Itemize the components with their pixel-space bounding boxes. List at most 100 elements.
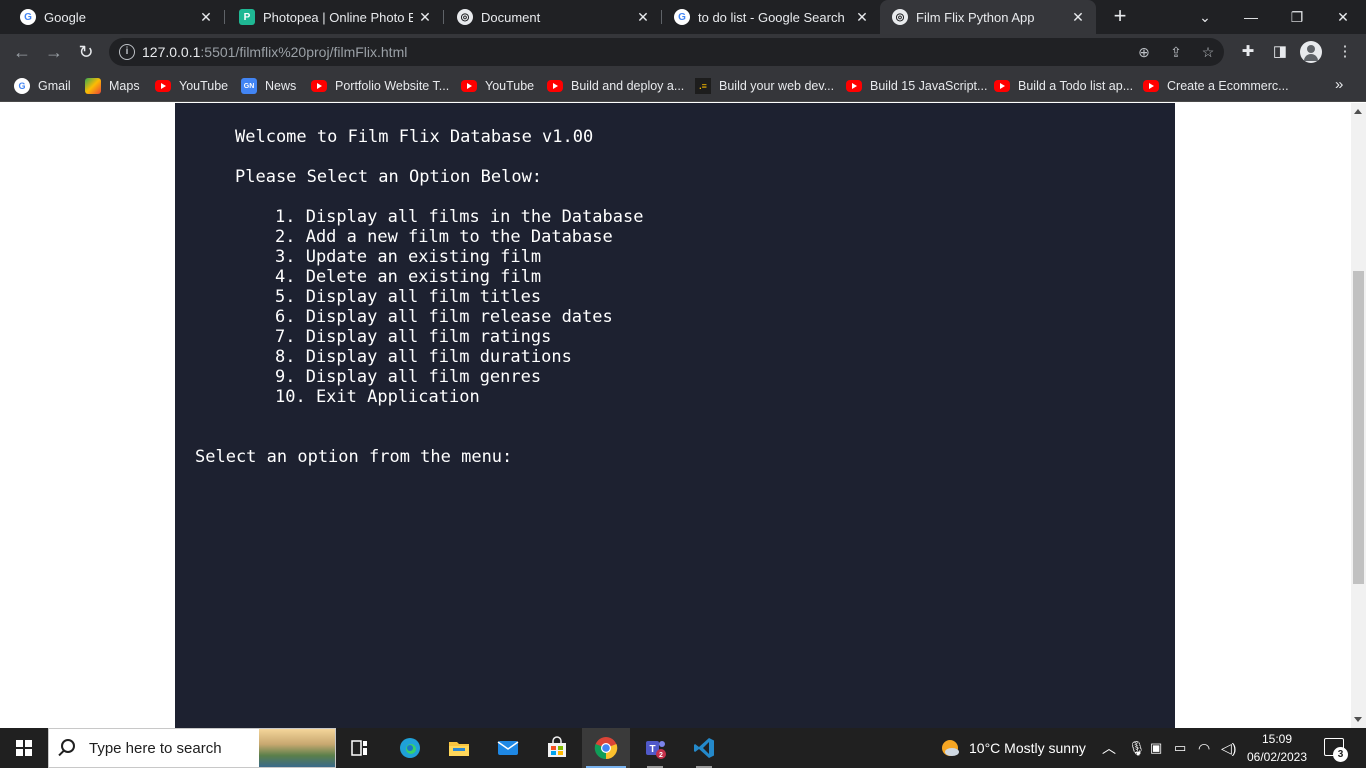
microphone-icon[interactable]: 🎙 (1128, 728, 1146, 768)
close-window-button[interactable]: ✕ (1320, 0, 1366, 34)
globe-icon: ◎ (892, 9, 908, 25)
edge-app[interactable] (386, 728, 434, 768)
bookmark-label: Gmail (38, 79, 71, 93)
reload-button[interactable]: ↻ (74, 40, 98, 64)
tab-film-flix[interactable]: ◎ Film Flix Python App ✕ (880, 0, 1096, 34)
bookmark-maps[interactable]: Maps (85, 76, 140, 96)
zoom-icon[interactable]: ⊕ (1135, 43, 1153, 61)
tab-strip: G Google ✕ P Photopea | Online Photo Edi… (0, 0, 1366, 34)
menu-option: 8. Display all film durations (275, 347, 572, 367)
vscode-app[interactable] (680, 728, 728, 768)
notification-badge: 3 (1333, 747, 1348, 762)
task-view-button[interactable] (336, 728, 384, 768)
input-prompt[interactable]: Select an option from the menu: (195, 447, 512, 467)
bookmark-gmail[interactable]: G Gmail (14, 76, 71, 96)
new-tab-button[interactable]: + (1108, 5, 1132, 29)
clock-date: 06/02/2023 (1246, 750, 1308, 764)
close-icon[interactable]: ✕ (635, 9, 651, 25)
side-panel-icon[interactable]: ◨ (1268, 40, 1292, 64)
terminal-panel[interactable]: Welcome to Film Flix Database v1.00 Plea… (175, 103, 1175, 728)
file-explorer-app[interactable] (435, 728, 483, 768)
teams-app[interactable]: T2 (631, 728, 679, 768)
bookmark-portfolio[interactable]: Portfolio Website T... (311, 76, 449, 96)
search-icon (61, 739, 75, 753)
bookmark-label: News (265, 79, 297, 93)
scroll-down-arrow[interactable] (1354, 717, 1362, 722)
battery-icon[interactable]: ▭ (1174, 728, 1186, 768)
system-clock[interactable]: 15:09 06/02/2023 (1240, 730, 1314, 766)
menu-option: 3. Update an existing film (275, 247, 542, 267)
menu-option: 2. Add a new film to the Database (275, 227, 613, 247)
bookmark-news[interactable]: GN News (241, 76, 296, 96)
weather-widget[interactable]: 10°C Mostly sunny (938, 728, 1086, 768)
bookmark-label: Create a Ecommerc... (1167, 79, 1289, 93)
more-bookmarks-icon[interactable]: » (1335, 76, 1343, 93)
teams-icon: T2 (646, 741, 666, 759)
tab-search-button[interactable]: ⌄ (1182, 0, 1228, 34)
bookmark-youtube-2[interactable]: YouTube (461, 76, 534, 96)
mail-app[interactable] (484, 728, 532, 768)
display-icon[interactable]: ▣ (1150, 728, 1162, 768)
store-app[interactable] (533, 728, 581, 768)
windows-start-icon[interactable] (16, 740, 32, 756)
menu-kebab-icon[interactable]: ⋮ (1333, 40, 1357, 64)
tray-overflow-icon[interactable]: ︿ (1102, 728, 1116, 768)
bookmark-ecommerce[interactable]: Create a Ecommerc... (1143, 76, 1289, 96)
bookmark-label: YouTube (485, 79, 535, 93)
tab-todo-search[interactable]: G to do list - Google Search ✕ (654, 0, 880, 34)
teams-badge: 2 (659, 752, 663, 759)
weather-text: 10°C Mostly sunny (969, 740, 1086, 756)
welcome-line: Welcome to Film Flix Database v1.00 (235, 127, 594, 147)
profile-avatar[interactable] (1300, 41, 1322, 63)
youtube-icon (1143, 80, 1159, 92)
menu-option: 10. Exit Application (275, 387, 480, 407)
close-icon[interactable]: ✕ (1070, 9, 1086, 25)
google-icon: G (14, 78, 30, 94)
bookmark-todo-app[interactable]: Build a Todo list ap... (994, 76, 1133, 96)
volume-icon[interactable]: ◁) (1221, 728, 1236, 768)
tab-google[interactable]: G Google ✕ (0, 0, 224, 34)
site-info-icon[interactable]: i (119, 44, 135, 60)
search-highlight-image (259, 729, 335, 767)
forward-button[interactable]: → (42, 40, 66, 64)
youtube-icon (846, 80, 862, 92)
bookmarks-bar: G Gmail Maps YouTube GN News Portfolio Web… (0, 70, 1366, 102)
youtube-icon (461, 80, 477, 92)
minimize-button[interactable]: — (1228, 0, 1274, 34)
bookmark-youtube[interactable]: YouTube (155, 76, 228, 96)
bookmark-build-deploy[interactable]: Build and deploy a... (547, 76, 684, 96)
restore-button[interactable]: ❐ (1274, 0, 1320, 34)
scrollbar-thumb[interactable] (1353, 271, 1364, 584)
menu-option: 5. Display all film titles (275, 287, 542, 307)
bookmark-star-icon[interactable]: ☆ (1199, 43, 1217, 61)
close-icon[interactable]: ✕ (198, 9, 214, 25)
chrome-app[interactable] (582, 728, 630, 768)
task-view-icon (351, 740, 367, 756)
search-placeholder: Type here to search (89, 740, 222, 757)
address-bar[interactable]: i 127.0.0.1:5501/filmflix%20proj/filmFli… (109, 38, 1224, 66)
page-scrollbar[interactable] (1351, 103, 1366, 728)
scroll-up-arrow[interactable] (1354, 109, 1362, 114)
tab-photopea[interactable]: P Photopea | Online Photo Edit ✕ (219, 0, 443, 34)
bookmark-label: Build your web dev... (719, 79, 835, 93)
bookmark-15-javascript[interactable]: Build 15 JavaScript... (846, 76, 987, 96)
close-icon[interactable]: ✕ (417, 9, 433, 25)
back-button[interactable]: ← (10, 40, 34, 64)
tab-title: Photopea | Online Photo Edit (263, 9, 413, 25)
youtube-icon (547, 80, 563, 92)
close-icon[interactable]: ✕ (854, 9, 870, 25)
extensions-icon[interactable]: ✚ (1236, 40, 1260, 64)
bookmark-label: Build and deploy a... (571, 79, 685, 93)
vscode-icon (694, 738, 714, 758)
wifi-icon[interactable]: ◠ (1198, 728, 1210, 768)
svg-text:T: T (649, 744, 655, 755)
youtube-icon (994, 80, 1010, 92)
tab-document[interactable]: ◎ Document ✕ (437, 0, 661, 34)
url-path: :5501/filmflix%20proj/filmFlix.html (200, 44, 408, 60)
bookmark-web-dev[interactable]: .≡ Build your web dev... (695, 76, 834, 96)
menu-option: 9. Display all film genres (275, 367, 542, 387)
bookmark-label: Portfolio Website T... (335, 79, 450, 93)
share-icon[interactable]: ⇪ (1167, 43, 1185, 61)
taskbar-search-box[interactable]: Type here to search (48, 728, 336, 768)
youtube-icon (155, 80, 171, 92)
